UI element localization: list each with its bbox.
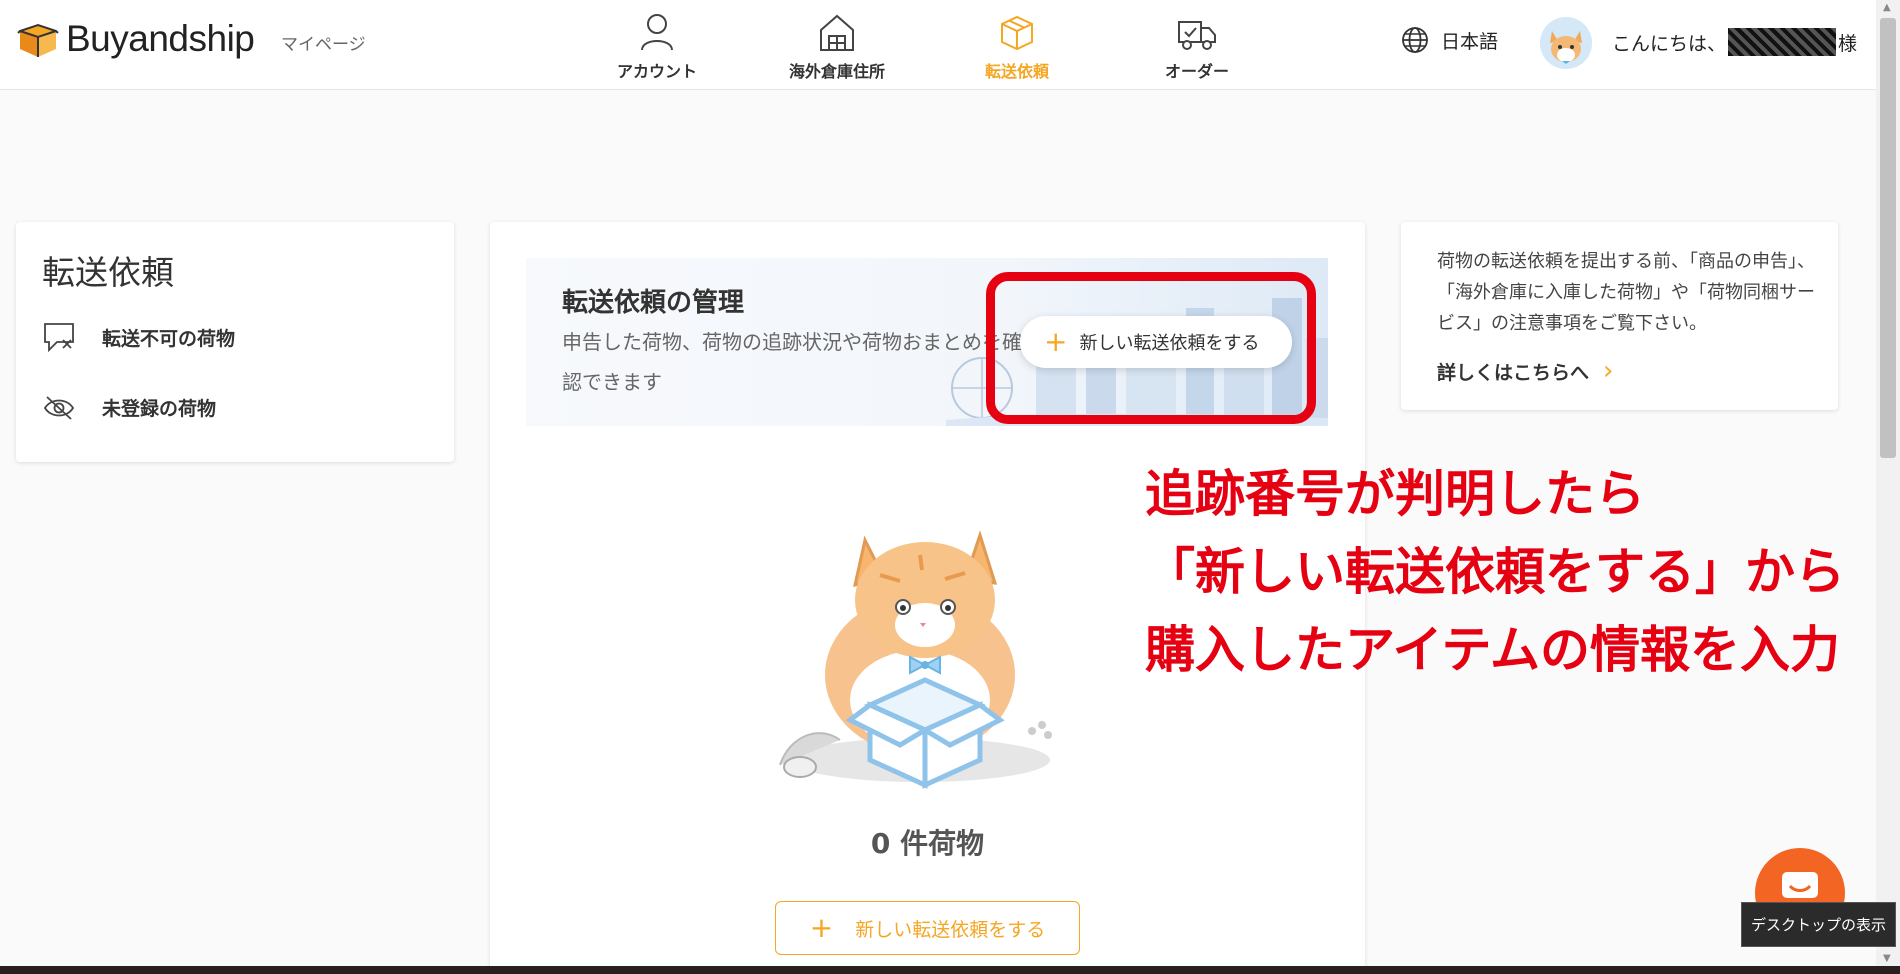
annotation-line-1: 追跡番号が判明したら	[1145, 465, 1645, 523]
info-link-label: 詳しくはこちらへ	[1437, 361, 1590, 384]
cat-avatar-icon	[1540, 17, 1592, 69]
sidebar-item-unregistered-label: 未登録の荷物	[102, 398, 217, 420]
logo[interactable]: Buyandship	[16, 18, 255, 60]
annotation-highlight-frame	[986, 272, 1316, 424]
new-request-bottom-label: 新しい転送依頼をする	[855, 918, 1046, 941]
box-icon	[1001, 15, 1033, 51]
scroll-down-arrow-icon[interactable]: ▼	[1883, 953, 1891, 964]
scrollbar[interactable]: ▲ ▼	[1876, 0, 1900, 966]
language-label: 日本語	[1441, 30, 1499, 53]
top-header: Buyandship マイページ アカウント 海外倉庫住所 転送依頼 オーダー …	[0, 0, 1876, 90]
info-text: 荷物の転送依頼を提出する前、「商品の申告」、「海外倉庫に入庫した荷物」や「荷物同…	[1437, 251, 1815, 334]
mypage-label: マイページ	[281, 35, 366, 55]
taskbar	[0, 966, 1900, 974]
package-count: 0 件荷物	[870, 827, 985, 860]
hidden-eye-icon	[43, 395, 75, 420]
sidebar-card: 転送依頼 転送不可の荷物 未登録の荷物	[16, 222, 454, 462]
greeting-suffix: 様	[1838, 32, 1858, 55]
rejected-package-icon	[44, 323, 74, 352]
greeting: こんにちは、 様	[1612, 28, 1857, 56]
globe-icon	[1402, 27, 1428, 53]
annotation-text: 追跡番号が判明したら 「新しい転送依頼をする」から 購入したアイテムの情報を入力	[1145, 455, 1845, 689]
nav-forwarding-label: 転送依頼	[984, 62, 1049, 81]
nav-warehouse-address[interactable]: 海外倉庫住所	[747, 8, 927, 82]
logo-text: Buyandship	[66, 18, 255, 59]
warehouse-icon	[820, 14, 854, 51]
greeting-prefix: こんにちは、	[1612, 32, 1727, 55]
chat-icon	[1782, 872, 1818, 898]
person-icon	[641, 14, 673, 51]
sidebar-title: 転送依頼	[42, 253, 174, 292]
logo-box-icon	[17, 23, 59, 57]
plus-icon: +	[809, 911, 834, 944]
nav-orders-label: オーダー	[1164, 62, 1229, 81]
sidebar-item-rejected-label: 転送不可の荷物	[102, 327, 236, 350]
scroll-thumb[interactable]	[1880, 18, 1896, 458]
new-request-button-bottom[interactable]: + 新しい転送依頼をする	[775, 901, 1080, 955]
nav-account[interactable]: アカウント	[567, 8, 747, 82]
nav-warehouse-label: 海外倉庫住所	[788, 62, 885, 81]
banner-title: 転送依頼の管理	[562, 288, 745, 318]
nav-forwarding-request[interactable]: 転送依頼	[927, 8, 1107, 82]
scroll-up-arrow-icon[interactable]: ▲	[1883, 2, 1891, 13]
nav-account-label: アカウント	[616, 62, 697, 81]
avatar[interactable]	[1540, 17, 1592, 69]
sidebar-item-rejected[interactable]: 転送不可の荷物	[42, 322, 235, 352]
truck-icon	[1178, 21, 1216, 50]
info-card: 荷物の転送依頼を提出する前、「商品の申告」、「海外倉庫に入庫した荷物」や「荷物同…	[1401, 222, 1838, 410]
nav-orders[interactable]: オーダー	[1107, 8, 1287, 82]
sidebar-item-unregistered[interactable]: 未登録の荷物	[42, 394, 216, 421]
annotation-line-2: 「新しい転送依頼をする」から	[1145, 543, 1845, 601]
info-details-link[interactable]: 詳しくはこちらへ ›	[1437, 356, 1613, 386]
chevron-right-icon: ›	[1603, 356, 1614, 386]
language-selector[interactable]: 日本語	[1401, 26, 1498, 54]
annotation-line-3: 購入したアイテムの情報を入力	[1145, 621, 1840, 679]
cat-in-box-illustration	[779, 530, 1052, 789]
redacted-username	[1728, 28, 1837, 56]
desktop-tooltip: デスクトップの表示	[1741, 902, 1896, 947]
